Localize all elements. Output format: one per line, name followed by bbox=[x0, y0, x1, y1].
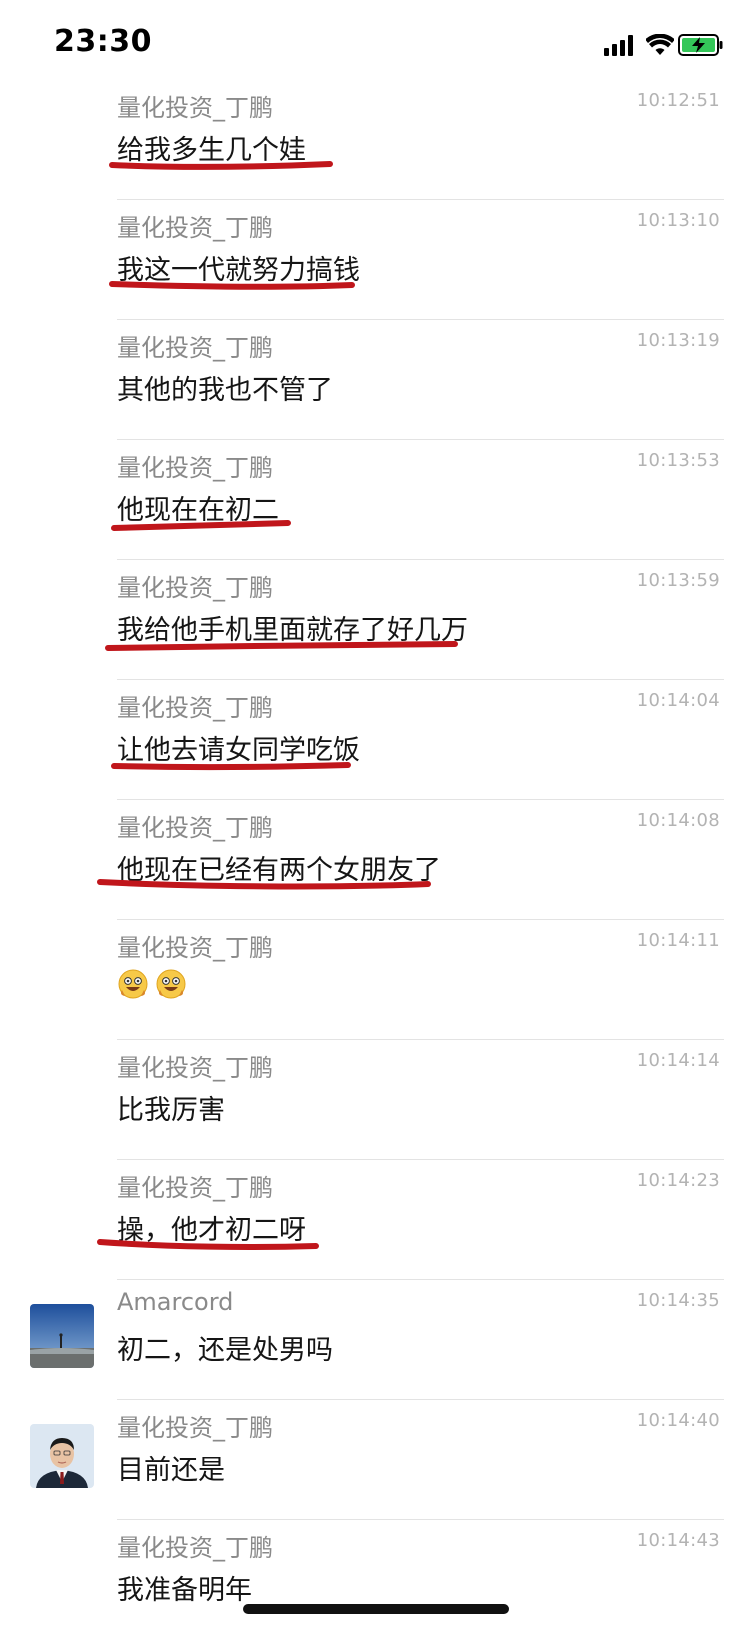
avatar[interactable] bbox=[30, 1304, 94, 1368]
message-time: 10:14:40 bbox=[636, 1410, 720, 1431]
message-text: 我准备明年 bbox=[117, 1575, 252, 1606]
message-text: 比我厉害 bbox=[117, 1095, 225, 1126]
message-text: 其他的我也不管了 bbox=[117, 375, 333, 406]
message-time: 10:13:53 bbox=[636, 450, 720, 471]
sender-name: 量化投资_丁鹏 bbox=[117, 934, 273, 962]
message-item[interactable]: 量化投资_丁鹏 10:13:10 我这一代就努力搞钱 bbox=[0, 200, 750, 320]
message-time: 10:13:19 bbox=[636, 330, 720, 351]
message-item[interactable]: 量化投资_丁鹏 10:14:14 比我厉害 bbox=[0, 1040, 750, 1160]
message-item[interactable]: 量化投资_丁鹏 10:14:40 目前还是 bbox=[0, 1400, 750, 1520]
grinning-face-emoji-icon bbox=[118, 969, 148, 999]
sender-name: 量化投资_丁鹏 bbox=[117, 94, 273, 122]
message-text: 初二，还是处男吗 bbox=[117, 1335, 333, 1366]
message-time: 10:14:08 bbox=[636, 810, 720, 831]
message-time: 10:13:10 bbox=[636, 210, 720, 231]
red-underline bbox=[97, 879, 431, 890]
battery-charging-icon bbox=[678, 34, 723, 56]
signal-icon bbox=[604, 35, 633, 56]
portrait-avatar-image bbox=[30, 1424, 94, 1488]
emoji-row bbox=[117, 968, 187, 1000]
message-time: 10:14:04 bbox=[636, 690, 720, 711]
message-item[interactable]: 量化投资_丁鹏 10:14:43 我准备明年 bbox=[0, 1520, 750, 1640]
message-item[interactable]: 量化投资_丁鹏 10:13:19 其他的我也不管了 bbox=[0, 320, 750, 440]
message-time: 10:14:43 bbox=[636, 1530, 720, 1551]
message-item[interactable]: 量化投资_丁鹏 10:13:59 我给他手机里面就存了好几万 bbox=[0, 560, 750, 680]
status-time: 23:30 bbox=[54, 24, 152, 59]
sender-name: 量化投资_丁鹏 bbox=[117, 1414, 273, 1442]
sender-name: Amarcord bbox=[117, 1288, 234, 1316]
sender-name: 量化投资_丁鹏 bbox=[117, 1534, 273, 1562]
red-underline bbox=[109, 161, 333, 170]
red-underline bbox=[97, 1239, 319, 1250]
sender-name: 量化投资_丁鹏 bbox=[117, 454, 273, 482]
sender-name: 量化投资_丁鹏 bbox=[117, 334, 273, 362]
home-indicator[interactable] bbox=[243, 1604, 509, 1614]
red-underline bbox=[105, 641, 458, 651]
message-item[interactable]: 量化投资_丁鹏 10:12:51 给我多生几个娃 bbox=[0, 80, 750, 200]
message-time: 10:14:23 bbox=[636, 1170, 720, 1191]
sender-name: 量化投资_丁鹏 bbox=[117, 814, 273, 842]
message-time: 10:14:35 bbox=[636, 1290, 720, 1311]
red-underline bbox=[109, 281, 355, 290]
sender-name: 量化投资_丁鹏 bbox=[117, 214, 273, 242]
message-time: 10:14:11 bbox=[636, 930, 720, 951]
landscape-avatar-image bbox=[30, 1304, 94, 1368]
message-time: 10:13:59 bbox=[636, 570, 720, 591]
message-time: 10:12:51 bbox=[636, 90, 720, 111]
message-item[interactable]: 量化投资_丁鹏 10:13:53 他现在在初二 bbox=[0, 440, 750, 560]
sender-name: 量化投资_丁鹏 bbox=[117, 1054, 273, 1082]
message-text: 目前还是 bbox=[117, 1455, 225, 1486]
status-bar: 23:30 bbox=[0, 0, 750, 88]
sender-name: 量化投资_丁鹏 bbox=[117, 1174, 273, 1202]
grinning-face-emoji-icon bbox=[156, 969, 186, 999]
red-underline bbox=[111, 520, 291, 531]
sender-name: 量化投资_丁鹏 bbox=[117, 694, 273, 722]
message-item[interactable]: 量化投资_丁鹏 10:14:08 他现在已经有两个女朋友了 bbox=[0, 800, 750, 920]
message-item[interactable]: 量化投资_丁鹏 10:14:23 操，他才初二呀 bbox=[0, 1160, 750, 1280]
red-underline bbox=[111, 762, 351, 771]
message-item[interactable]: Amarcord 10:14:35 初二，还是处男吗 bbox=[0, 1280, 750, 1400]
sender-name: 量化投资_丁鹏 bbox=[117, 574, 273, 602]
avatar[interactable] bbox=[30, 1424, 94, 1488]
message-time: 10:14:14 bbox=[636, 1050, 720, 1071]
message-item[interactable]: 量化投资_丁鹏 10:14:11 bbox=[0, 920, 750, 1040]
wifi-icon bbox=[646, 34, 674, 55]
message-item[interactable]: 量化投资_丁鹏 10:14:04 让他去请女同学吃饭 bbox=[0, 680, 750, 800]
